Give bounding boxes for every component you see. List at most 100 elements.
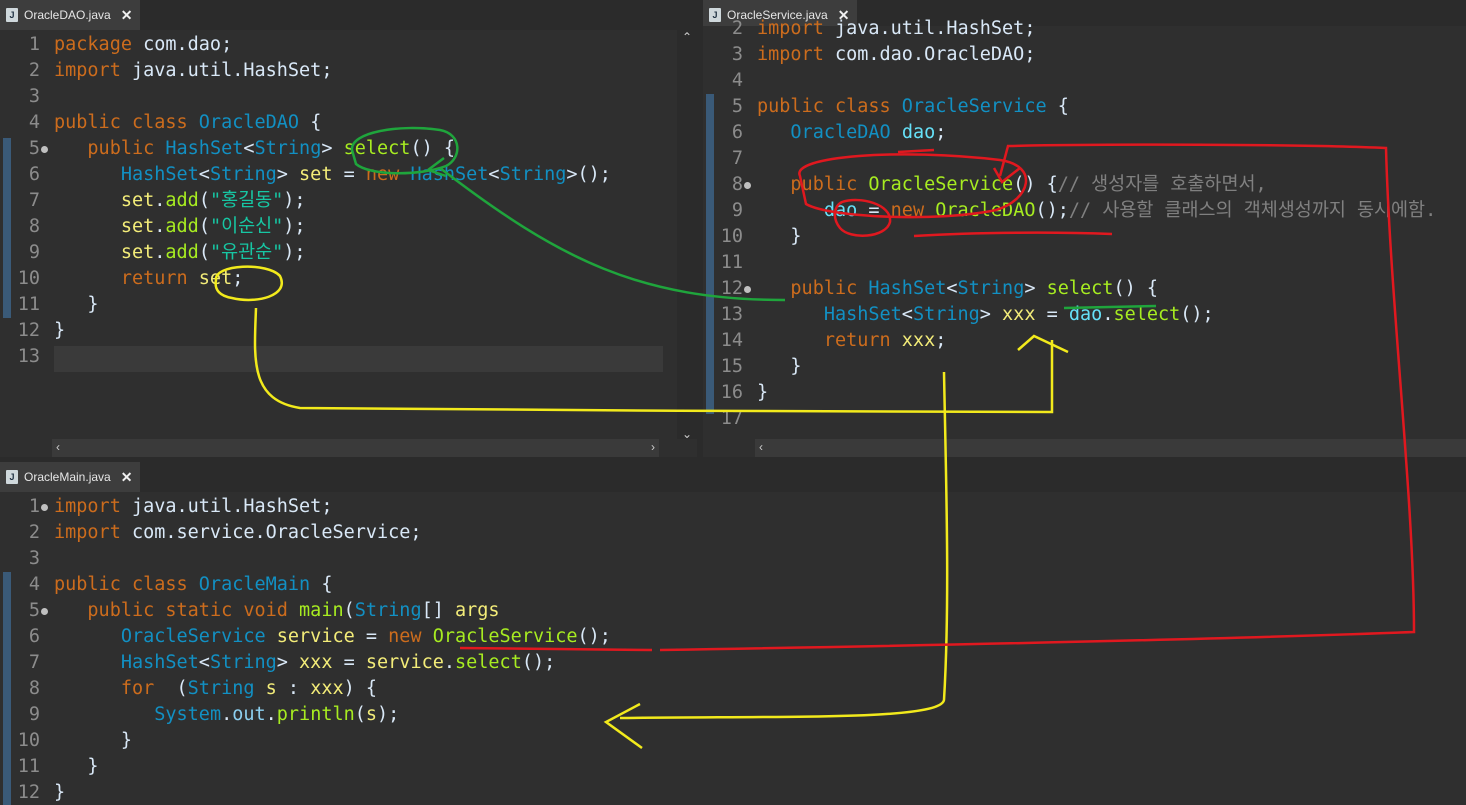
code-token: HashSet	[868, 278, 947, 299]
code-token: );	[377, 704, 400, 725]
code-token: java.util.HashSet;	[834, 18, 1036, 39]
code-text: package com.dao;	[54, 32, 232, 58]
code-token: new	[890, 200, 936, 221]
code-token: set	[120, 216, 155, 237]
code-text: import java.util.HashSet;	[54, 494, 332, 520]
scroll-down-icon[interactable]: ⌄	[682, 427, 692, 441]
line-number: 14	[720, 330, 743, 351]
code-token: String	[209, 652, 277, 673]
code-editor[interactable]: 1 package com.dao; 2 import java.util.HashS…	[0, 30, 697, 457]
code-token: (	[198, 242, 210, 263]
code-token: System	[154, 704, 222, 725]
change-marker	[706, 94, 714, 414]
code-token: new	[388, 626, 433, 647]
line-number: 7	[731, 148, 743, 169]
line-number: 3	[28, 86, 40, 107]
code-token: (	[343, 600, 355, 621]
code-token: =	[857, 200, 891, 221]
code-token: public class	[54, 574, 199, 595]
code-text: public static void main(String[] args	[54, 598, 500, 624]
line-number: 8	[28, 216, 40, 237]
code-token: // 생성자를 호출하면서,	[1057, 174, 1267, 195]
code-token: String	[254, 138, 322, 159]
line-number: 8	[28, 678, 40, 699]
code-text: public OracleService() {// 생성자를 호출하면서,	[757, 172, 1267, 198]
code-text: HashSet<String> xxx = service.select();	[54, 650, 555, 676]
editor-pane-oracleservice: J OracleService.java ✕ 2 import java.util…	[703, 0, 1466, 457]
code-text: import com.service.OracleService;	[54, 520, 422, 546]
code-token: for	[120, 678, 166, 699]
line-number: 9	[28, 242, 40, 263]
code-token: xxx	[1002, 304, 1036, 325]
scroll-right-icon[interactable]: ›	[651, 440, 655, 454]
code-text: public class OracleMain {	[54, 572, 332, 598]
code-token: .	[265, 704, 277, 725]
code-token: OracleService	[868, 174, 1014, 195]
code-token: OracleDAO	[198, 112, 311, 133]
scroll-left-icon[interactable]: ‹	[759, 440, 763, 454]
scroll-left-icon[interactable]: ‹	[56, 440, 60, 454]
code-text: }	[757, 354, 801, 380]
close-icon[interactable]: ✕	[121, 7, 133, 24]
code-text: public HashSet<String> select() {	[757, 276, 1158, 302]
code-token: new	[365, 164, 411, 185]
scroll-up-icon[interactable]: ⌃	[682, 30, 692, 44]
line-number: 5	[28, 600, 40, 621]
code-token: () {	[1113, 278, 1158, 299]
code-token: dao	[901, 122, 936, 143]
vertical-scrollbar[interactable]: ⌃ ⌄	[677, 30, 697, 441]
code-token: :	[276, 678, 311, 699]
code-token: args	[455, 600, 500, 621]
code-editor[interactable]: 1 import java.util.HashSet; 2 import com.se…	[0, 492, 1466, 805]
code-token: <	[946, 278, 958, 299]
code-token: public	[790, 174, 869, 195]
left-ruler	[0, 30, 14, 457]
fold-toggle-icon[interactable]	[41, 504, 48, 511]
code-token: }	[54, 730, 132, 751]
code-token: ();	[1180, 304, 1214, 325]
code-token: }	[757, 226, 802, 247]
tab-bar: J OracleDAO.java ✕	[0, 0, 697, 30]
close-icon[interactable]: ✕	[121, 469, 133, 486]
fold-toggle-icon[interactable]	[744, 182, 751, 189]
horizontal-scrollbar[interactable]: ‹	[755, 439, 1466, 457]
java-file-icon: J	[6, 8, 18, 22]
line-number: 10	[720, 226, 743, 247]
line-number: 17	[720, 408, 743, 429]
fold-toggle-icon[interactable]	[41, 146, 48, 153]
fold-toggle-icon[interactable]	[744, 286, 751, 293]
code-token: }	[54, 756, 99, 777]
line-number: 2	[28, 522, 40, 543]
code-token: String	[187, 678, 266, 699]
fold-toggle-icon[interactable]	[41, 608, 48, 615]
code-token: select	[1046, 278, 1114, 299]
code-token: (	[198, 190, 210, 211]
code-text: public class OracleDAO {	[54, 110, 321, 136]
code-token: .	[154, 242, 166, 263]
line-number: 1	[28, 496, 40, 517]
code-token: println	[276, 704, 355, 725]
code-token: HashSet	[120, 652, 199, 673]
code-token: xxx	[299, 652, 333, 673]
code-token: String	[209, 164, 277, 185]
code-token: // 사용할 클래스의 객체생성까지 동시에함.	[1068, 200, 1437, 221]
horizontal-scrollbar[interactable]: ‹ ›	[52, 439, 659, 457]
line-number: 7	[28, 190, 40, 211]
code-token: dao	[823, 200, 858, 221]
code-token: >	[321, 138, 344, 159]
tab-label: OracleDAO.java	[24, 8, 111, 22]
code-token: "홍길동"	[209, 190, 284, 211]
code-token: .	[154, 216, 166, 237]
code-token: ();	[1035, 200, 1069, 221]
code-token: OracleService	[120, 626, 277, 647]
tab-oraclemain[interactable]: J OracleMain.java ✕	[0, 462, 140, 492]
tab-oracledao[interactable]: J OracleDAO.java ✕	[0, 0, 140, 30]
editor-pane-oraclemain: J OracleMain.java ✕ 1 import java.util.Ha…	[0, 462, 1466, 805]
line-number: 7	[28, 652, 40, 673]
code-editor[interactable]: 2 import java.util.HashSet; 3 import com.da…	[703, 18, 1466, 457]
